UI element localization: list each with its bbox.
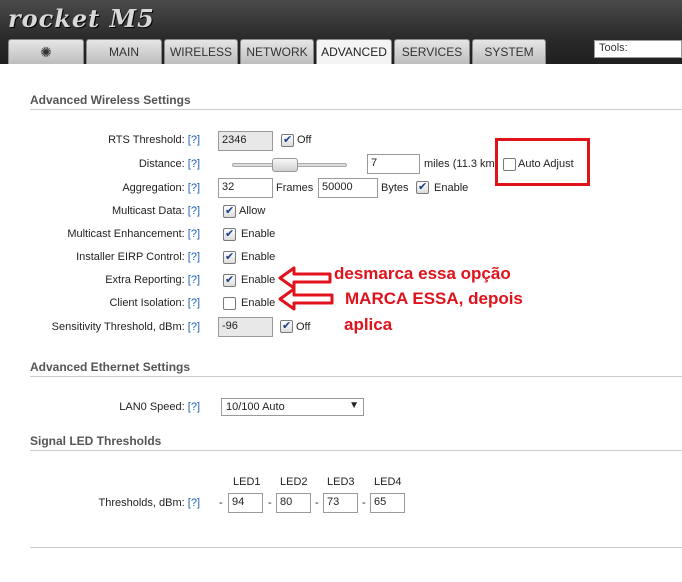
mc-enhancement-enable-label: Enable — [241, 228, 276, 240]
tab-main[interactable]: MAIN — [86, 39, 162, 64]
arrow-left-icon — [278, 266, 332, 290]
arrow-left-icon — [278, 287, 334, 311]
rts-threshold-input[interactable]: 2346 — [218, 131, 273, 151]
tab-network[interactable]: NETWORK — [240, 39, 314, 64]
rts-row-label: RTS Threshold: [?] — [10, 134, 200, 146]
distance-input[interactable]: 7 — [367, 154, 420, 174]
extra-reporting-row-label: Extra Reporting: [?] — [10, 274, 200, 286]
lan-speed-select[interactable]: 10/100 Auto ▼ — [221, 398, 364, 416]
aggregation-frames-unit: Frames — [276, 182, 314, 194]
aggregation-label: Aggregation: — [122, 182, 185, 194]
help-link[interactable]: [?] — [188, 274, 200, 286]
mc-enhancement-label: Multicast Enhancement: — [67, 228, 185, 240]
led-section-title: Signal LED Thresholds — [30, 434, 162, 448]
lan-speed-label: LAN0 Speed: — [119, 401, 185, 413]
sensitivity-threshold-input[interactable]: -96 — [218, 317, 273, 337]
installer-eirp-row-label: Installer EIRP Control: [?] — [10, 251, 200, 263]
sensitivity-off-checkbox[interactable] — [280, 319, 293, 333]
ubiquiti-logo-icon: ✺ — [40, 44, 52, 60]
distance-label: Distance: — [138, 158, 185, 170]
tab-system[interactable]: SYSTEM — [472, 39, 546, 64]
led4-threshold-input[interactable]: 65 — [370, 493, 405, 513]
aggregation-enable-label: Enable — [434, 182, 469, 194]
auto-adjust-highlight-box — [495, 138, 590, 186]
installer-eirp-checkbox[interactable] — [223, 250, 236, 264]
advanced-page: Advanced Wireless Settings RTS Threshold… — [0, 64, 682, 582]
annotation-check-line2: aplica — [344, 315, 393, 334]
rts-off-label: Off — [297, 134, 312, 146]
led1-threshold-input[interactable]: 94 — [228, 493, 263, 513]
client-isolation-enable-label: Enable — [241, 297, 276, 309]
help-link[interactable]: [?] — [188, 158, 200, 170]
help-link[interactable]: [?] — [188, 497, 200, 509]
led1-header: LED1 — [233, 476, 261, 488]
sensitivity-label: Sensitivity Threshold, dBm: — [51, 321, 185, 333]
lan-speed-row-label: LAN0 Speed: [?] — [10, 401, 200, 413]
extra-reporting-checkbox[interactable] — [223, 273, 236, 287]
aggregation-bytes-input[interactable]: 50000 — [318, 178, 378, 198]
installer-eirp-enable-label: Enable — [241, 251, 276, 263]
client-isolation-checkbox[interactable] — [223, 297, 236, 310]
minus-sign: - — [315, 497, 319, 509]
thresholds-row-label: Thresholds, dBm: [?] — [10, 497, 201, 509]
help-link[interactable]: [?] — [188, 182, 200, 194]
minus-sign: - — [219, 497, 223, 509]
led3-header: LED3 — [327, 476, 355, 488]
annotation-arrows — [278, 266, 334, 311]
tab-services[interactable]: SERVICES — [394, 39, 470, 64]
annotation-uncheck: desmarca essa opção — [334, 264, 511, 283]
aggregation-bytes-unit: Bytes — [381, 182, 409, 194]
tools-dropdown[interactable]: Tools: — [594, 40, 682, 58]
rts-off-checkbox[interactable] — [281, 133, 294, 147]
extra-reporting-label: Extra Reporting: — [105, 274, 185, 286]
aggregation-row-label: Aggregation: [?] — [10, 182, 200, 194]
mc-enhancement-checkbox[interactable] — [223, 227, 236, 241]
distance-row-label: Distance: [?] — [10, 158, 200, 170]
distance-slider-handle[interactable] — [272, 158, 298, 172]
help-link[interactable]: [?] — [188, 401, 200, 413]
multicast-label: Multicast Data: — [111, 205, 185, 217]
tab-ubnt-logo[interactable]: ✺ — [8, 39, 84, 64]
minus-sign: - — [268, 497, 272, 509]
client-isolation-label: Client Isolation: — [109, 297, 185, 309]
aggregation-enable-checkbox[interactable] — [416, 180, 429, 194]
installer-eirp-label: Installer EIRP Control: — [76, 251, 185, 263]
aggregation-frames-input[interactable]: 32 — [218, 178, 273, 198]
extra-reporting-enable-label: Enable — [241, 274, 276, 286]
sensitivity-off-label: Off — [296, 321, 311, 333]
minus-sign: - — [362, 497, 366, 509]
client-isolation-row-label: Client Isolation: [?] — [10, 297, 200, 309]
help-link[interactable]: [?] — [188, 228, 200, 240]
multicast-allow-label: Allow — [239, 205, 266, 217]
divider — [30, 547, 682, 548]
help-link[interactable]: [?] — [188, 134, 200, 146]
mc-enhancement-row-label: Multicast Enhancement: [?] — [10, 228, 200, 240]
lan-speed-value: 10/100 Auto — [226, 401, 285, 413]
brand-logo: rocket M5 — [8, 4, 155, 33]
led3-threshold-input[interactable]: 73 — [323, 493, 358, 513]
rts-label: RTS Threshold: — [108, 134, 185, 146]
tab-advanced[interactable]: ADVANCED — [316, 39, 392, 65]
help-link[interactable]: [?] — [188, 251, 200, 263]
led4-header: LED4 — [374, 476, 402, 488]
help-link[interactable]: [?] — [188, 205, 200, 217]
annotation-check-line1: MARCA ESSA, depois — [345, 289, 523, 308]
distance-units: miles (11.3 km) — [424, 158, 499, 170]
help-link[interactable]: [?] — [188, 321, 200, 333]
divider — [30, 109, 682, 110]
dropdown-arrow-icon: ▼ — [349, 400, 359, 411]
sensitivity-row-label: Sensitivity Threshold, dBm: [?] — [10, 321, 200, 333]
led2-threshold-input[interactable]: 80 — [276, 493, 311, 513]
led2-header: LED2 — [280, 476, 308, 488]
top-header: rocket M5 ✺ MAIN WIRELESS NETWORK ADVANC… — [0, 0, 682, 65]
multicast-row-label: Multicast Data: [?] — [10, 205, 200, 217]
wireless-section-title: Advanced Wireless Settings — [30, 93, 191, 107]
divider — [30, 450, 682, 451]
thresholds-label: Thresholds, dBm: — [98, 497, 185, 509]
multicast-allow-checkbox[interactable] — [223, 204, 236, 218]
divider — [30, 376, 682, 377]
tab-wireless[interactable]: WIRELESS — [164, 39, 238, 64]
ethernet-section-title: Advanced Ethernet Settings — [30, 360, 191, 374]
help-link[interactable]: [?] — [188, 297, 200, 309]
